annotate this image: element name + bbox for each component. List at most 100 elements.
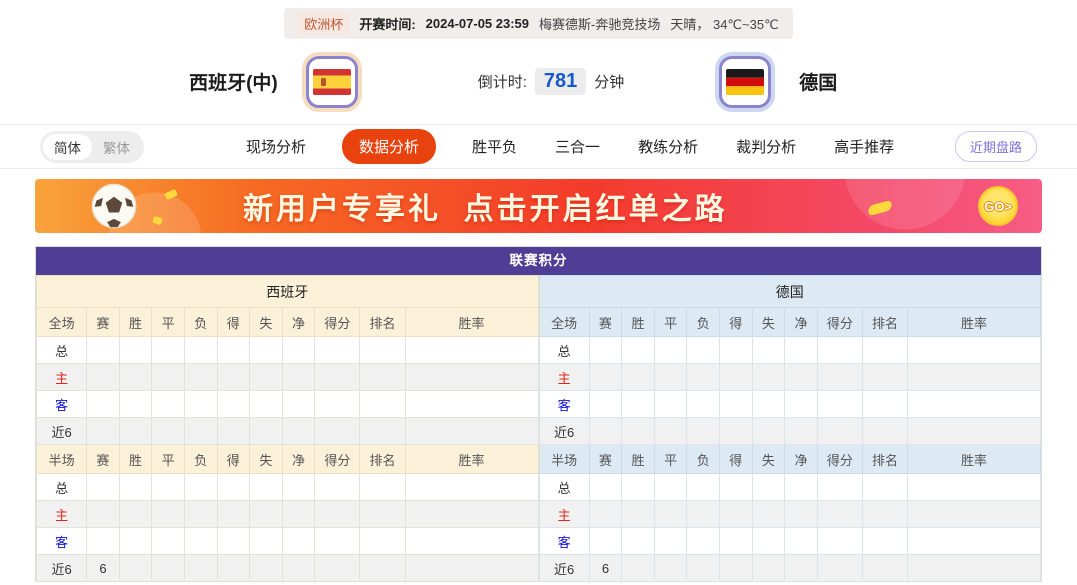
stat-cell: [654, 364, 687, 391]
stat-cell: [217, 337, 250, 364]
table-row: 主: [37, 501, 539, 528]
column-header: 胜率: [405, 308, 538, 337]
column-header: 胜: [622, 308, 655, 337]
stat-cell: [654, 555, 687, 582]
stat-cell: [152, 501, 185, 528]
stat-cell: [217, 528, 250, 555]
stat-cell: [785, 391, 818, 418]
stat-cell: [720, 364, 753, 391]
stat-cell: [720, 528, 753, 555]
confetti-icon: [164, 189, 178, 200]
table-row: 主: [539, 501, 1041, 528]
stat-cell: [622, 555, 655, 582]
stat-cell: [87, 501, 120, 528]
stat-cell: [862, 555, 907, 582]
stat-cell: [817, 501, 862, 528]
tab-referee-analysis[interactable]: 裁判分析: [734, 129, 798, 164]
stat-cell: [908, 337, 1041, 364]
column-header: 半场: [37, 445, 87, 474]
match-info-bar: 欧洲杯 开赛时间: 2024-07-05 23:59 梅赛德斯-奔驰竞技场 天晴…: [284, 8, 792, 39]
stat-cell: [315, 501, 360, 528]
tab-live-analysis[interactable]: 现场分析: [244, 129, 308, 164]
stat-cell: [687, 418, 720, 445]
promo-banner[interactable]: 新用户专享礼 点击开启红单之路 GO>: [35, 179, 1042, 233]
column-header: 排名: [360, 308, 405, 337]
stat-cell: [250, 555, 283, 582]
stat-cell: [752, 364, 785, 391]
stat-cell: [184, 364, 217, 391]
stat-cell: [589, 528, 622, 555]
stat-cell: [622, 501, 655, 528]
row-label: 近6: [37, 418, 87, 445]
column-header: 失: [752, 308, 785, 337]
stat-cell: [217, 474, 250, 501]
column-header: 得: [720, 445, 753, 474]
stat-cell: [687, 555, 720, 582]
table-row: 近66: [539, 555, 1041, 582]
column-header: 半场: [539, 445, 589, 474]
stat-cell: [817, 337, 862, 364]
germany-flag-icon: [719, 56, 771, 108]
team-header: 德国: [539, 276, 1041, 308]
language-toggle: 简体 繁体: [40, 131, 144, 163]
stat-cell: [405, 418, 538, 445]
tab-data-analysis[interactable]: 数据分析: [342, 129, 436, 164]
column-header: 净: [785, 308, 818, 337]
column-header: 胜率: [908, 308, 1041, 337]
stat-cell: [405, 501, 538, 528]
stat-cell: [282, 418, 315, 445]
stat-cell: [217, 501, 250, 528]
stat-cell: [282, 501, 315, 528]
nav-tabs: 现场分析 数据分析 胜平负 三合一 教练分析 裁判分析 高手推荐: [244, 129, 955, 164]
table-row: 总: [37, 337, 539, 364]
stat-cell: [908, 364, 1041, 391]
home-team-block: 西班牙(中): [0, 56, 478, 108]
stat-cell: [119, 555, 152, 582]
go-button[interactable]: GO>: [978, 186, 1018, 226]
table-row: 总: [37, 474, 539, 501]
stat-cell: [405, 391, 538, 418]
stat-cell: [908, 555, 1041, 582]
stat-cell: [817, 418, 862, 445]
stat-cell: [184, 391, 217, 418]
tab-expert-picks[interactable]: 高手推荐: [832, 129, 896, 164]
tab-win-draw-lose[interactable]: 胜平负: [470, 129, 519, 164]
stat-cell: [654, 418, 687, 445]
column-header: 全场: [37, 308, 87, 337]
lang-traditional-button[interactable]: 繁体: [92, 134, 141, 160]
lang-simplified-button[interactable]: 简体: [43, 134, 92, 160]
stat-cell: [217, 418, 250, 445]
stat-cell: [87, 337, 120, 364]
table-row: 近6: [37, 418, 539, 445]
stat-cell: [862, 474, 907, 501]
column-header: 负: [184, 308, 217, 337]
column-header: 全场: [539, 308, 589, 337]
tab-three-in-one[interactable]: 三合一: [553, 129, 602, 164]
stat-cell: [282, 528, 315, 555]
recent-handicap-button[interactable]: 近期盘路: [955, 131, 1037, 162]
away-team-name: 德国: [799, 68, 837, 95]
stat-cell: [119, 474, 152, 501]
row-label: 客: [539, 528, 589, 555]
stat-cell: [622, 528, 655, 555]
stat-cell: [87, 364, 120, 391]
column-header: 失: [250, 308, 283, 337]
column-header: 平: [152, 308, 185, 337]
home-team-name: 西班牙(中): [189, 68, 278, 95]
row-label: 主: [539, 364, 589, 391]
stat-cell: [217, 364, 250, 391]
tab-coach-analysis[interactable]: 教练分析: [636, 129, 700, 164]
row-label: 主: [37, 364, 87, 391]
row-label: 主: [37, 501, 87, 528]
league-table-away: 德国全场赛胜平负得失净得分排名胜率总主客近6半场赛胜平负得失净得分排名胜率总主客…: [539, 275, 1042, 582]
stat-cell: [217, 555, 250, 582]
stat-cell: [315, 474, 360, 501]
stat-cell: [654, 528, 687, 555]
column-header: 胜: [119, 445, 152, 474]
countdown: 倒计时: 781 分钟: [478, 68, 625, 95]
stat-cell: [817, 474, 862, 501]
stat-cell: [119, 418, 152, 445]
stat-cell: [315, 528, 360, 555]
stat-cell: [752, 501, 785, 528]
column-header: 得: [720, 308, 753, 337]
